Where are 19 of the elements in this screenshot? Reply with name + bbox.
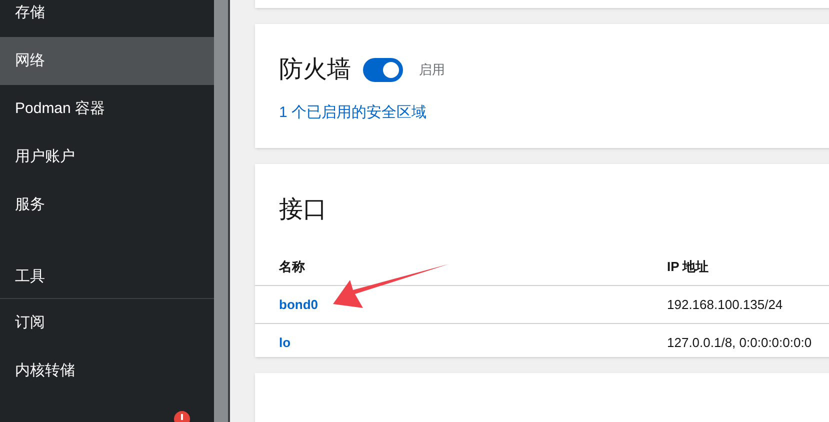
column-header: IP 地址 xyxy=(667,258,709,276)
sidebar-item[interactable]: 网络 xyxy=(0,37,214,85)
sidebar-item[interactable]: 用户账户 xyxy=(0,133,214,181)
interface-link[interactable]: lo xyxy=(279,335,291,350)
sidebar-item[interactable]: Podman 容器 xyxy=(0,85,214,133)
toggle-switch[interactable] xyxy=(363,58,403,82)
card-title: 接口 xyxy=(278,195,328,225)
sidebar-item[interactable]: 订阅 xyxy=(0,299,214,347)
toggle-label: 启用 xyxy=(419,61,445,80)
table-cell-text: 192.168.100.135/24 xyxy=(667,296,783,314)
zones-link[interactable]: 1 个已启用的安全区域 xyxy=(279,102,812,124)
sidebar-item[interactable]: 内核转储 xyxy=(0,347,214,395)
sidebar-item[interactable]: 服务 xyxy=(0,181,214,229)
table-cell-text: 127.0.0.1/8, 0:0:0:0:0:0:0 xyxy=(667,334,812,352)
sidebar-heading: 工具 xyxy=(15,266,45,286)
column-header: 名称 xyxy=(279,258,306,276)
sidebar-item[interactable]: 存储 xyxy=(0,0,214,37)
interface-link[interactable]: bond0 xyxy=(279,296,318,312)
card-title: 防火墙 xyxy=(279,55,351,85)
